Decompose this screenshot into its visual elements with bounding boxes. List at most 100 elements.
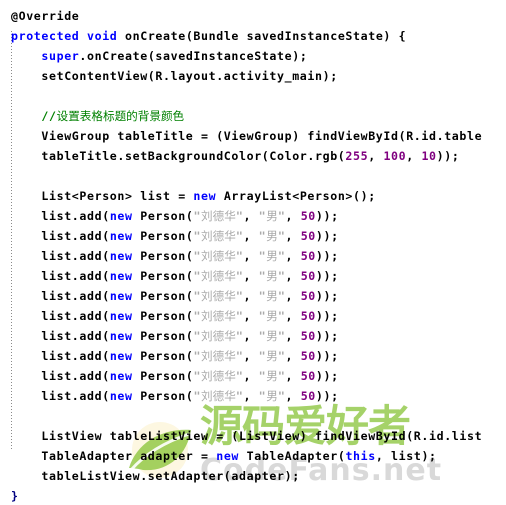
token-plain: tableTitle.setBackgroundColor(Color.rgb( <box>41 149 346 163</box>
code-line[interactable]: ViewGroup tableTitle = (ViewGroup) findV… <box>0 126 506 146</box>
token-plain: Person( <box>132 389 194 403</box>
token-plain: Person( <box>132 209 194 223</box>
code-line[interactable]: list.add(new Person("刘德华", "男", 50)); <box>0 366 506 386</box>
token-keyword: new <box>216 449 240 463</box>
code-line[interactable]: @Override <box>0 6 506 26</box>
code-line[interactable] <box>0 86 506 106</box>
token-string: " <box>193 329 202 343</box>
token-string: " <box>193 249 202 263</box>
code-line[interactable]: ListView tableListView = (ListView) find… <box>0 426 506 446</box>
code-line[interactable]: list.add(new Person("刘德华", "男", 50)); <box>0 246 506 266</box>
code-line[interactable]: list.add(new Person("刘德华", "男", 50)); <box>0 266 506 286</box>
code-line[interactable] <box>0 406 506 426</box>
token-cjkstr: 男 <box>266 369 278 383</box>
token-cjkstr: 刘德华 <box>201 289 236 303</box>
token-number: 50 <box>300 289 316 303</box>
token-plain: ListView tableListView = (ListView) find… <box>41 429 483 443</box>
token-number: 50 <box>300 369 316 383</box>
token-plain: Person( <box>132 309 194 323</box>
token-cjkstr: 男 <box>266 309 278 323</box>
token-plain: list.add( <box>41 209 110 223</box>
token-plain: list.add( <box>41 229 110 243</box>
code-line[interactable]: list.add(new Person("刘德华", "男", 50)); <box>0 286 506 306</box>
token-number: 50 <box>300 249 316 263</box>
code-line[interactable]: list.add(new Person("刘德华", "男", 50)); <box>0 306 506 326</box>
code-line[interactable]: list.add(new Person("刘德华", "男", 50)); <box>0 386 506 406</box>
token-cjkstr: 刘德华 <box>201 369 236 383</box>
code-editor-content[interactable]: @Override protected void onCreate(Bundle … <box>0 0 506 505</box>
token-string: " <box>193 229 202 243</box>
token-cjkstr: 男 <box>266 349 278 363</box>
token-plain: , <box>285 229 301 243</box>
token-keyword: new <box>109 349 133 363</box>
code-line[interactable]: list.add(new Person("刘德华", "男", 50)); <box>0 226 506 246</box>
token-plain: , <box>285 349 301 363</box>
token-comment: // <box>41 109 57 123</box>
token-cjkstr: 刘德华 <box>201 329 236 343</box>
token-cjkstr: 刘德华 <box>201 389 236 403</box>
token-plain: list.add( <box>41 269 110 283</box>
code-line[interactable]: //设置表格标题的背景颜色 <box>0 106 506 126</box>
token-plain: , <box>243 269 259 283</box>
token-plain: , <box>243 349 259 363</box>
code-line[interactable]: TableAdapter adapter = new TableAdapter(… <box>0 446 506 466</box>
code-line[interactable] <box>0 166 506 186</box>
token-plain: TableAdapter( <box>239 449 346 463</box>
code-line[interactable]: list.add(new Person("刘德华", "男", 50)); <box>0 326 506 346</box>
token-keyword: new <box>109 389 133 403</box>
token-plain: , <box>243 249 259 263</box>
code-line[interactable]: list.add(new Person("刘德华", "男", 50)); <box>0 206 506 226</box>
code-line[interactable]: List<Person> list = new ArrayList<Person… <box>0 186 506 206</box>
token-cjkstr: 刘德华 <box>201 209 236 223</box>
token-string: " <box>193 269 202 283</box>
token-plain: , <box>285 369 301 383</box>
token-anno: @Override <box>11 9 80 23</box>
code-line[interactable]: } <box>0 486 506 505</box>
code-snippet-page: 源码爱好者 CodeFans.net @Override protected vo… <box>0 0 506 505</box>
token-plain: )); <box>315 369 339 383</box>
token-plain: Person( <box>132 369 194 383</box>
token-plain: Person( <box>132 289 194 303</box>
token-plain: )); <box>436 149 460 163</box>
code-line[interactable]: list.add(new Person("刘德华", "男", 50)); <box>0 346 506 366</box>
token-number: 10 <box>421 149 437 163</box>
token-plain: Person( <box>132 269 194 283</box>
token-keyword: protected void <box>11 29 126 43</box>
token-keyword: new <box>109 229 133 243</box>
token-number: 50 <box>300 209 316 223</box>
token-plain: )); <box>315 269 339 283</box>
token-cjkstr: 刘德华 <box>201 309 236 323</box>
token-plain: , <box>243 209 259 223</box>
token-brace: } <box>11 489 19 503</box>
token-cjkstr: 男 <box>266 229 278 243</box>
token-cjkstr: 刘德华 <box>201 269 236 283</box>
token-plain: , <box>243 369 259 383</box>
token-keyword: new <box>109 249 133 263</box>
code-line[interactable]: tableListView.setAdapter(adapter); <box>0 466 506 486</box>
code-line[interactable]: setContentView(R.layout.activity_main); <box>0 66 506 86</box>
token-plain: )); <box>315 309 339 323</box>
token-plain: )); <box>315 229 339 243</box>
code-line[interactable]: super.onCreate(savedInstanceState); <box>0 46 506 66</box>
token-plain: )); <box>315 289 339 303</box>
token-cjkstr: 男 <box>266 249 278 263</box>
token-plain: list.add( <box>41 309 110 323</box>
token-plain: list.add( <box>41 289 110 303</box>
token-keyword: this <box>345 449 376 463</box>
token-number: 50 <box>300 309 316 323</box>
code-line[interactable]: protected void onCreate(Bundle savedInst… <box>0 26 506 46</box>
code-line[interactable]: tableTitle.setBackgroundColor(Color.rgb(… <box>0 146 506 166</box>
